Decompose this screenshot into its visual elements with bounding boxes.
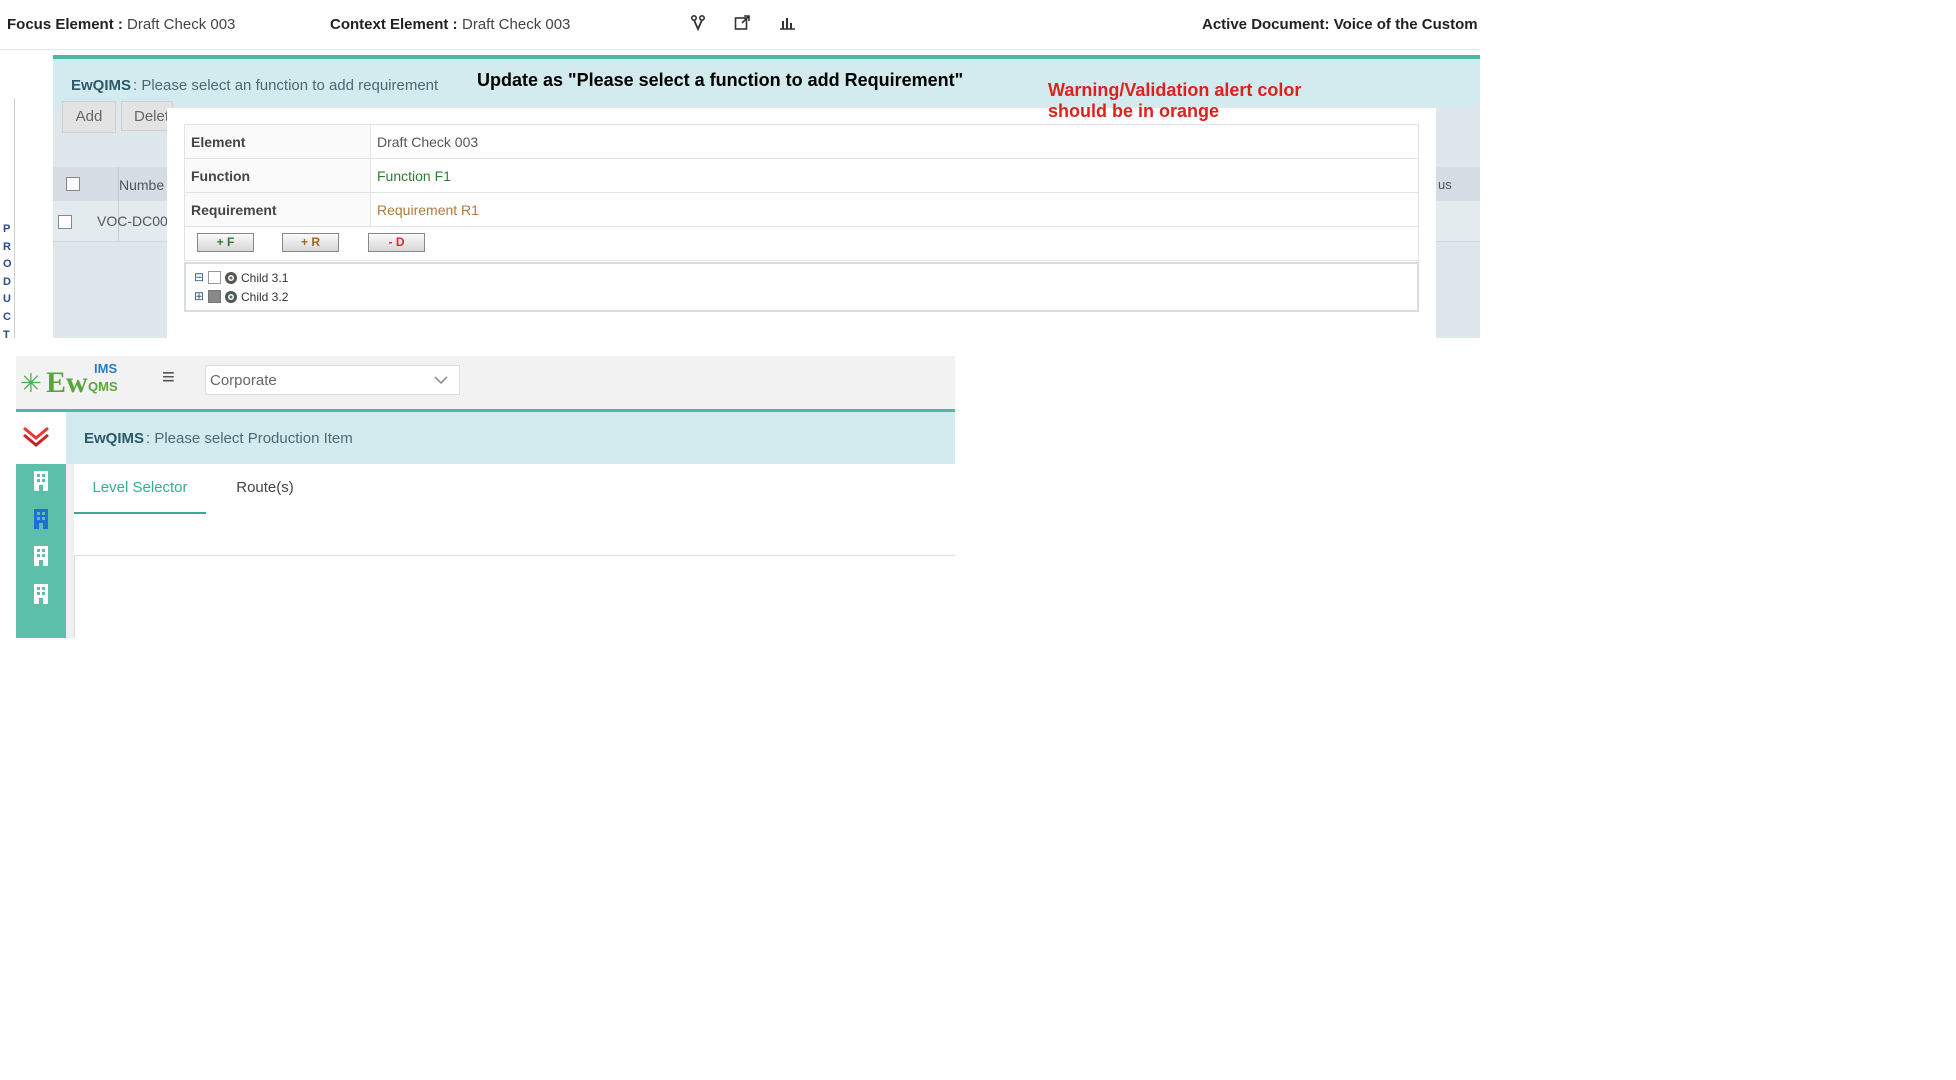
route-icon[interactable] — [690, 14, 706, 37]
context-element-label: Context Element : — [330, 16, 458, 33]
organization-select-value: Corporate — [210, 372, 277, 389]
detail-row-function: Function Function F1 — [184, 158, 1419, 193]
logo-superscript: IMS — [94, 361, 118, 376]
building-icon[interactable] — [32, 545, 50, 572]
context-element-value: Draft Check 003 — [462, 16, 571, 33]
bar-chart-icon[interactable] — [779, 15, 796, 35]
detail-row-element: Element Draft Check 003 — [184, 124, 1419, 159]
tab-level-selector[interactable]: Level Selector — [74, 464, 206, 514]
add-requirement-button[interactable]: + R — [282, 233, 339, 252]
tree-node-label: Child 3.2 — [241, 290, 289, 304]
row-number-cell: VOC-DC00 — [97, 213, 168, 229]
detail-key: Element — [184, 124, 371, 159]
top-context-bar: Focus Element : Draft Check 003 Context … — [0, 0, 1480, 50]
gear-icon — [223, 270, 239, 289]
select-all-checkbox[interactable] — [66, 177, 80, 191]
building-icon[interactable] — [32, 470, 50, 497]
detail-row-requirement: Requirement Requirement R1 — [184, 192, 1419, 227]
message-brand: EwQIMS — [84, 430, 145, 447]
focus-element-value: Draft Check 003 — [127, 16, 236, 33]
update-annotation: Update as "Please select a function to a… — [477, 70, 964, 90]
sunburst-logo-icon: ✳ — [20, 368, 42, 398]
number-column-header: Numbe — [119, 177, 165, 193]
message-brand: EwQIMS — [71, 77, 132, 94]
detail-key: Requirement — [184, 192, 371, 227]
requirement-detail-popup: Element Draft Check 003 Function Functio… — [167, 108, 1436, 339]
tab-routes[interactable]: Route(s) — [220, 464, 310, 512]
gear-icon — [223, 289, 239, 308]
app-header: ✳ Ew IMS QMS ≡ Corporate — [16, 356, 955, 412]
chevron-down-icon — [434, 373, 448, 391]
detail-value-requirement: Requirement R1 — [370, 192, 1419, 227]
building-icon-active[interactable] — [32, 508, 50, 535]
delete-button[interactable]: Delet — [121, 101, 173, 131]
delete-button-d[interactable]: - D — [368, 233, 425, 252]
add-function-button[interactable]: + F — [197, 233, 254, 252]
double-chevron-down-icon[interactable] — [21, 422, 51, 455]
tab-bar: Level Selector Route(s) — [74, 464, 955, 515]
collapse-icon[interactable]: ⊟ — [194, 270, 204, 284]
tree-node-label: Child 3.1 — [241, 271, 289, 285]
warning-annotation-line2: should be in orange — [1048, 101, 1220, 121]
tab-content-area — [74, 514, 955, 556]
organization-select[interactable]: Corporate — [205, 365, 460, 395]
active-document-label: Active Document: Voice of the Custome — [1202, 16, 1478, 33]
warning-annotation-line1: Warning/Validation alert color — [1048, 80, 1302, 100]
sidebar — [16, 464, 66, 638]
building-icon[interactable] — [32, 583, 50, 610]
tree-checkbox[interactable] — [208, 271, 221, 284]
tree-checkbox[interactable] — [208, 290, 221, 303]
logo-subscript: QMS — [88, 379, 118, 394]
status-column-header: us — [1438, 177, 1452, 192]
warning-annotation: Warning/Validation alert color should be… — [1048, 80, 1301, 122]
detail-table: Element Draft Check 003 Function Functio… — [184, 124, 1419, 227]
logo-text: Ew — [46, 366, 88, 399]
function-tree: ⊟ Child 3.1 ⊞ Child 3.2 — [184, 262, 1419, 312]
product-vertical-label: PRODUCT — [3, 223, 12, 341]
function-message-text: : Please select an function to add requi… — [133, 77, 439, 94]
production-message-text: : Please select Production Item — [146, 430, 353, 447]
detail-value-element: Draft Check 003 — [370, 124, 1419, 159]
production-message-bar: EwQIMS : Please select Production Item — [66, 412, 955, 464]
external-link-icon[interactable] — [734, 14, 751, 36]
row-checkbox[interactable] — [58, 215, 72, 229]
action-button-row: + F + R - D — [184, 225, 1419, 261]
collapse-sidebar-toggle[interactable] — [16, 412, 66, 464]
focus-element-label: Focus Element : — [7, 16, 123, 33]
hamburger-menu-icon[interactable]: ≡ — [162, 364, 175, 390]
ewqims-logo: ✳ Ew IMS QMS — [20, 361, 130, 403]
detail-value-function: Function F1 — [370, 158, 1419, 193]
add-button[interactable]: Add — [62, 101, 116, 133]
expand-icon[interactable]: ⊞ — [194, 289, 204, 303]
detail-key: Function — [184, 158, 371, 193]
